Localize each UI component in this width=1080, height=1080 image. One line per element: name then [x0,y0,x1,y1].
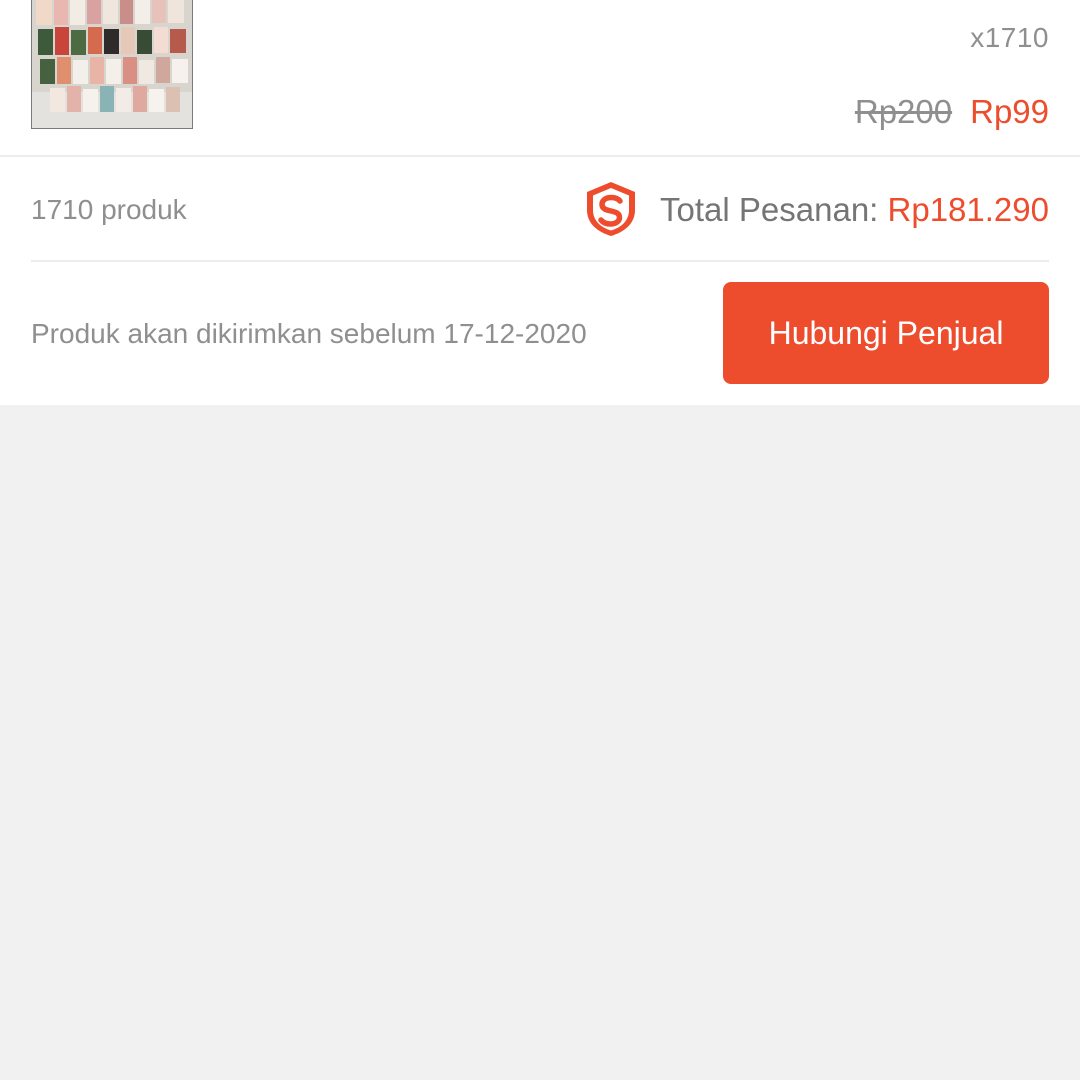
product-photo-image [32,0,192,128]
product-price: Rp200 Rp99 [855,93,1049,131]
product-thumbnail[interactable] [31,0,193,129]
discount-price: Rp99 [970,93,1049,130]
product-count: 1710 produk [31,194,187,225]
order-card: x1710 Rp200 Rp99 1710 produk Total Pesana… [0,0,1080,405]
delivery-note: Produk akan dikirimkan sebelum 17-12-202… [31,318,587,349]
shopee-guarantee-shield-icon [583,180,639,238]
contact-seller-button[interactable]: Hubungi Penjual [723,282,1049,384]
total-value: Rp181.290 [887,191,1049,228]
divider [0,155,1080,157]
product-quantity: x1710 [970,22,1049,53]
total-label: Total Pesanan: [660,191,879,228]
order-total: Total Pesanan: Rp181.290 [660,191,1049,229]
original-price: Rp200 [854,93,953,130]
product-title[interactable] [250,0,1050,8]
divider [31,260,1049,262]
